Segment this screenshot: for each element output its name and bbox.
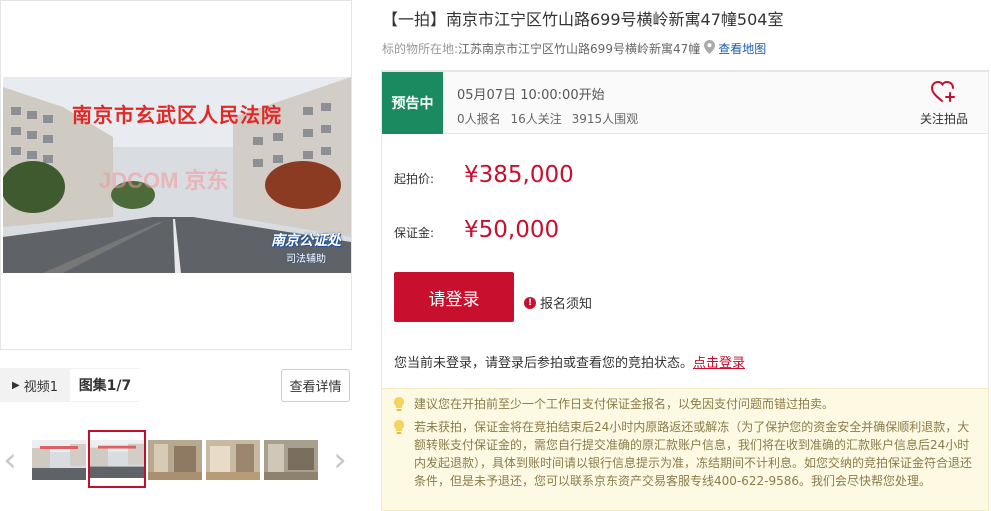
tab-gallery-label: 图集1/7: [78, 378, 132, 394]
notary-subtitle: 司法辅助: [286, 254, 326, 265]
tab-video[interactable]: ▶ 视频1: [0, 368, 70, 402]
view-details-button[interactable]: 查看详情: [281, 369, 350, 402]
heart-plus-icon: [930, 80, 957, 108]
follow-item-button[interactable]: 关注拍品: [916, 80, 972, 127]
page-title: 【一拍】南京市江宁区竹山路699号横岭新寓47幢504室: [382, 10, 784, 29]
auction-stats: 0人报名 16人关注 3915人围观: [457, 110, 644, 127]
follower-count: 16人关注: [510, 112, 562, 126]
click-login-link[interactable]: 点击登录: [693, 356, 745, 371]
price-panel: 起拍价: ¥385,000 保证金: ¥50,000 请登录 ! 报名须知 您当…: [381, 134, 989, 388]
lightbulb-icon: [392, 396, 406, 417]
tip-item: 若未获拍，保证金将在竞拍结束后24小时内原路返还或解冻（为了保护您的资金安全并确…: [392, 418, 980, 490]
tip-text: 建议您在开拍前至少一个工作日支付保证金报名，以免因支付问题而错过拍卖。: [414, 397, 835, 411]
start-price-label: 起拍价:: [394, 172, 435, 186]
thumbnail-active[interactable]: [88, 430, 146, 488]
media-tabs: ▶ 视频1 图集1/7: [0, 368, 140, 402]
chevron-left-icon[interactable]: ‹: [0, 440, 20, 480]
thumbnail[interactable]: [206, 440, 260, 480]
thumbnail[interactable]: [148, 440, 202, 480]
thumbnail-strip: ‹ ›: [0, 430, 352, 490]
main-photo[interactable]: 南京市玄武区人民法院 JDCOM 京东 南京公证处 司法辅助: [3, 77, 351, 273]
status-badge: 预告中: [382, 72, 443, 134]
start-price-value: ¥385,000: [464, 162, 574, 188]
tab-gallery[interactable]: 图集1/7: [70, 369, 140, 401]
follow-label: 关注拍品: [919, 112, 968, 126]
main-photo-frame: 南京市玄武区人民法院 JDCOM 京东 南京公证处 司法辅助: [0, 0, 352, 350]
location-label: 标的物所在地:: [382, 42, 459, 56]
jd-watermark: JDCOM 京东: [99, 168, 229, 193]
auction-status-bar: 预告中 05月07日 10:00:00开始 0人报名 16人关注 3915人围观…: [381, 70, 989, 134]
play-icon: ▶: [12, 379, 20, 391]
court-watermark-text: 南京市玄武区人民法院: [72, 103, 282, 127]
location-value: 江苏南京市江宁区竹山路699号横岭新寓47幢: [458, 42, 701, 56]
deposit-label: 保证金:: [394, 226, 435, 240]
login-prompt: 您当前未登录，请登录后参拍或查看您的竞拍状态。点击登录: [394, 352, 745, 371]
start-time: 05月07日 10:00:00开始: [457, 88, 605, 103]
signup-notice-link[interactable]: ! 报名须知: [524, 293, 592, 312]
signup-notice-label: 报名须知: [540, 297, 593, 312]
signup-count: 0人报名: [457, 112, 501, 126]
deposit-value: ¥50,000: [464, 217, 560, 243]
viewer-count: 3915人围观: [571, 112, 639, 126]
notary-logo: 南京公证处 司法辅助: [271, 230, 341, 265]
view-map-link[interactable]: 查看地图: [718, 40, 766, 57]
login-prompt-text: 您当前未登录，请登录后参拍或查看您的竞拍状态。: [394, 356, 694, 371]
tip-text: 若未获拍，保证金将在竞拍结束后24小时内原路返还或解冻（为了保护您的资金安全并确…: [414, 420, 973, 488]
notary-name: 南京公证处: [271, 233, 341, 249]
tip-item: 建议您在开拍前至少一个工作日支付保证金报名，以免因支付问题而错过拍卖。: [392, 395, 980, 413]
lightbulb-icon: [392, 419, 406, 440]
tips-panel: 建议您在开拍前至少一个工作日支付保证金报名，以免因支付问题而错过拍卖。 若未获拍…: [381, 388, 989, 511]
map-pin-icon: [704, 40, 716, 57]
login-button[interactable]: 请登录: [394, 272, 514, 322]
tab-video-label: 视频1: [23, 379, 58, 395]
item-location: 标的物所在地: 江苏南京市江宁区竹山路699号横岭新寓47幢 查看地图: [382, 40, 766, 57]
chevron-right-icon[interactable]: ›: [330, 440, 350, 480]
alert-icon: !: [524, 296, 536, 309]
thumbnail[interactable]: [264, 440, 318, 480]
thumbnail[interactable]: [32, 440, 86, 480]
